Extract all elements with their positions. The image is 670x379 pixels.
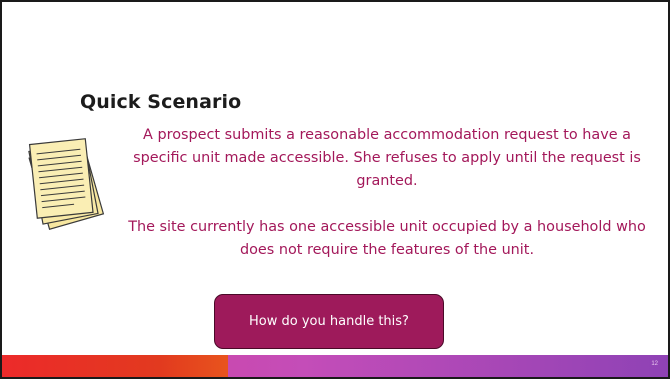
footer-accent-block: [2, 355, 228, 377]
how-do-you-handle-button[interactable]: How do you handle this?: [214, 294, 444, 349]
scenario-paragraph-2: The site currently has one accessible un…: [128, 219, 646, 258]
footer-bar: 12: [2, 355, 668, 377]
slide: Quick Scenario A prospect submits a reas…: [0, 0, 670, 379]
documents-icon: [28, 138, 105, 230]
scenario-paragraph-1: A prospect submits a reasonable accommod…: [133, 127, 641, 189]
page-number: 12: [651, 361, 658, 367]
slide-title: Quick Scenario: [80, 91, 242, 113]
